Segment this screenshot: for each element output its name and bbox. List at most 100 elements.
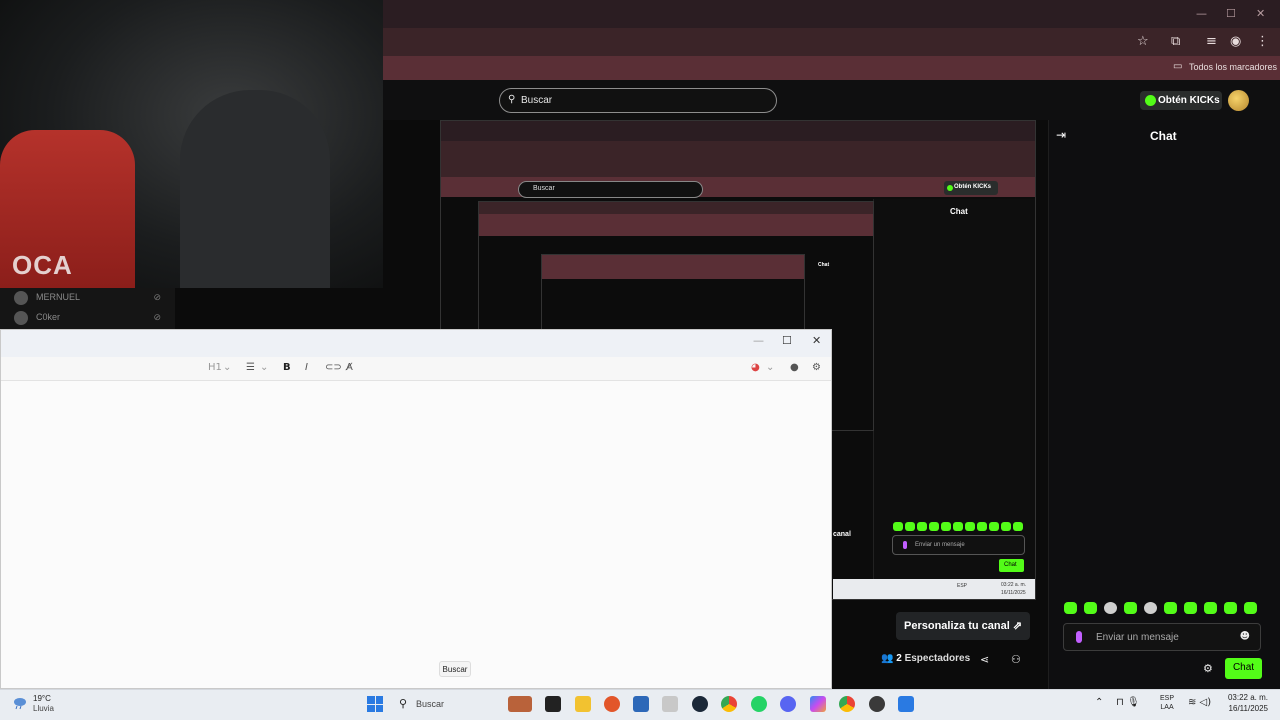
- close-button[interactable]: ✕: [1256, 7, 1265, 20]
- get-kicks-label: Obtén KICKs: [1158, 95, 1220, 106]
- clock-time[interactable]: 03:22 a. m.: [1226, 693, 1268, 702]
- emote-icon[interactable]: [1124, 602, 1137, 614]
- brave-icon[interactable]: [604, 696, 620, 712]
- widgets-app-icon[interactable]: [508, 696, 532, 712]
- language-indicator[interactable]: ESP LAA: [1160, 694, 1174, 712]
- chevron-down-icon[interactable]: ⌄: [766, 362, 774, 373]
- viewers-number: 2: [896, 653, 902, 664]
- microphone-icon[interactable]: [1076, 631, 1082, 643]
- start-button[interactable]: [367, 696, 383, 712]
- message-placeholder: Enviar un mensaje: [1096, 632, 1179, 643]
- task-view-icon[interactable]: [545, 696, 561, 712]
- list-icon[interactable]: ☰: [246, 362, 255, 373]
- x-app-icon[interactable]: [662, 696, 678, 712]
- search-input[interactable]: ⚲ Buscar: [499, 88, 777, 113]
- minimize-button[interactable]: —: [753, 334, 764, 347]
- maximize-button[interactable]: ☐: [1226, 7, 1236, 20]
- minimize-button[interactable]: —: [1196, 7, 1207, 20]
- editor-titlebar: — ☐ ✕: [1, 330, 831, 357]
- taskbar-search[interactable]: ⚲ Buscar: [392, 694, 504, 714]
- emote-icon[interactable]: [1184, 602, 1197, 614]
- chat-title: Chat: [1150, 129, 1177, 143]
- chevron-down-icon[interactable]: ⌄: [223, 362, 231, 373]
- emote-icon[interactable]: [1144, 602, 1157, 614]
- get-kicks-button[interactable]: Obtén KICKs: [1140, 91, 1222, 110]
- copilot-app-icon[interactable]: [810, 696, 826, 712]
- emote-icon[interactable]: [1104, 602, 1117, 614]
- viewers-label: Espectadores: [904, 653, 971, 664]
- emote-icon[interactable]: [1084, 602, 1097, 614]
- emote-icon[interactable]: [1244, 602, 1257, 614]
- desktop: OCA MERNUEL ⊘ C0ker ⊘ — ☐ ✕ ☆ ⧉ ≡ ◉ ⋮ ▭ …: [0, 0, 1280, 720]
- nested-customize-label: canal: [833, 531, 851, 538]
- chrome-icon[interactable]: [721, 696, 737, 712]
- all-bookmarks-link[interactable]: Todos los marcadores: [1189, 62, 1277, 72]
- star-icon[interactable]: ☆: [1137, 34, 1149, 49]
- chevron-down-icon[interactable]: ⌄: [260, 362, 268, 373]
- media-icon[interactable]: ≡: [1206, 34, 1217, 49]
- clock-date[interactable]: 16/11/2025: [1220, 704, 1268, 713]
- maximize-button[interactable]: ☐: [782, 334, 792, 347]
- steam-icon[interactable]: [692, 696, 708, 712]
- external-link-icon: ⇗: [1012, 620, 1023, 632]
- message-input[interactable]: Enviar un mensaje ☻: [1063, 623, 1261, 651]
- person-silhouette: [180, 90, 330, 288]
- wifi-volume-icon[interactable]: ≋ ◁): [1188, 697, 1211, 708]
- whatsapp-icon[interactable]: [751, 696, 767, 712]
- heading-dropdown[interactable]: H1: [208, 362, 222, 373]
- share-icon[interactable]: ⋖: [980, 653, 989, 666]
- user-avatar-icon: [14, 311, 28, 325]
- extensions-icon[interactable]: ⧉: [1171, 34, 1180, 49]
- emote-icon[interactable]: [1164, 602, 1177, 614]
- chat-settings-icon[interactable]: ⚙: [1203, 662, 1213, 675]
- discord-icon[interactable]: [780, 696, 796, 712]
- bold-icon[interactable]: B: [283, 362, 291, 373]
- weather-desc[interactable]: Lluvia: [33, 704, 54, 713]
- add-user-icon[interactable]: ⚇: [1011, 653, 1021, 666]
- gear-icon[interactable]: ⚙: [812, 362, 821, 373]
- account-icon[interactable]: ●: [790, 362, 799, 373]
- link-icon[interactable]: ⊂⊃: [325, 362, 342, 373]
- nested-date: 16/11/2025: [1001, 590, 1026, 596]
- nested-chat-title-2: Chat: [818, 262, 830, 268]
- customize-channel-button[interactable]: Personaliza tu canal ⇗: [896, 612, 1030, 640]
- weather-rain-icon[interactable]: [12, 696, 28, 710]
- file-explorer-icon[interactable]: [575, 696, 591, 712]
- italic-icon[interactable]: I: [305, 362, 308, 373]
- nested-chat-title: Chat: [950, 207, 968, 216]
- search-icon: ⚲: [399, 697, 408, 710]
- voice-user-row[interactable]: MERNUEL ⊘: [0, 288, 175, 308]
- obs-icon[interactable]: [869, 696, 885, 712]
- profile-icon[interactable]: ◉: [1230, 34, 1241, 49]
- menu-icon[interactable]: ⋮: [1256, 34, 1269, 49]
- tray-icons[interactable]: ⊓ 🎙: [1116, 697, 1140, 708]
- editor-toolbar: H1 ⌄ ☰ ⌄ B I ⊂⊃ A̸ ◕ ⌄ ● ⚙: [1, 357, 831, 381]
- avatar[interactable]: [1228, 90, 1249, 111]
- send-chat-button[interactable]: Chat: [1225, 658, 1262, 679]
- clear-format-icon[interactable]: A̸: [346, 362, 353, 373]
- mute-icon: ⊘: [153, 312, 161, 322]
- store-icon[interactable]: [633, 696, 649, 712]
- nested-lang: ESP: [957, 583, 968, 589]
- nested-search: Buscar: [518, 181, 703, 198]
- emoji-icon[interactable]: ☻: [1240, 631, 1250, 642]
- close-button[interactable]: ✕: [812, 334, 821, 347]
- voice-user-name: C0ker: [36, 312, 61, 322]
- shirt-text: OCA: [12, 250, 73, 280]
- lang-top: ESP: [1160, 695, 1175, 702]
- chevron-up-icon[interactable]: ⌃: [1095, 697, 1103, 708]
- browser-tab-bar: — ☐ ✕: [383, 0, 1280, 28]
- voice-user-row[interactable]: C0ker ⊘: [0, 308, 175, 330]
- collapse-chat-icon[interactable]: ⇥: [1056, 128, 1066, 142]
- weather-temp[interactable]: 19°C: [33, 694, 51, 703]
- chrome-profile-icon[interactable]: [839, 696, 855, 712]
- notepad-icon[interactable]: [898, 696, 914, 712]
- emote-icon[interactable]: [1064, 602, 1077, 614]
- taskbar-search-placeholder: Buscar: [416, 699, 445, 709]
- copilot-icon[interactable]: ◕: [751, 362, 760, 373]
- nested-kicks-button: Obtén KICKs: [944, 181, 998, 195]
- kicks-icon: [1145, 95, 1156, 106]
- emote-icon[interactable]: [1204, 602, 1217, 614]
- emote-icon[interactable]: [1224, 602, 1237, 614]
- notepad-window: — ☐ ✕ H1 ⌄ ☰ ⌄ B I ⊂⊃ A̸ ◕ ⌄ ● ⚙: [0, 329, 832, 689]
